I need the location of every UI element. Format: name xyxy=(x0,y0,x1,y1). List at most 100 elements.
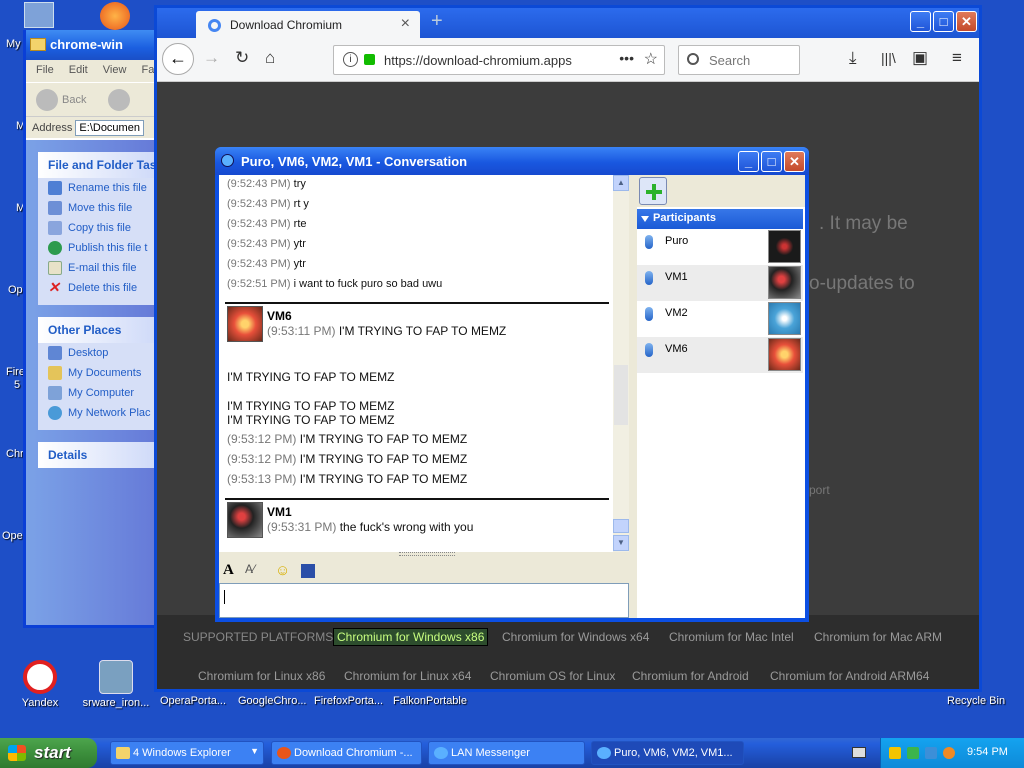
platform-link[interactable]: Chromium OS for Linux xyxy=(490,669,615,683)
desktop-icon-srware[interactable]: srware_iron... xyxy=(76,660,156,709)
back-button-label[interactable]: Back xyxy=(62,94,86,106)
platform-link[interactable]: Chromium for Android ARM64 xyxy=(770,669,929,683)
explorer-menubar[interactable]: File Edit View Fa xyxy=(26,60,170,82)
back-arrow-icon[interactable]: ← xyxy=(162,43,194,75)
platform-link[interactable]: Chromium for Mac ARM xyxy=(814,630,942,644)
messenger-tray-icon[interactable] xyxy=(925,747,937,759)
participant-item[interactable]: VM2 xyxy=(637,301,803,337)
taskbar-button-lan-messenger[interactable]: LAN Messenger xyxy=(428,741,585,765)
windows-logo-icon xyxy=(8,745,26,761)
maximize-button[interactable]: □ xyxy=(761,151,782,172)
new-tab-plus-icon[interactable]: + xyxy=(431,10,443,33)
chat-history[interactable]: (9:52:43 PM) try (9:52:43 PM) rt y (9:52… xyxy=(219,175,629,552)
participant-item[interactable]: VM1 xyxy=(637,265,803,301)
task-delete[interactable]: ✕ Delete this file xyxy=(38,278,170,305)
desktop-label[interactable]: Ope xyxy=(2,530,23,542)
place-my-computer[interactable]: My Computer xyxy=(38,383,170,403)
scroll-thumb[interactable] xyxy=(613,519,629,533)
tasks-header[interactable]: File and Folder Tas xyxy=(38,152,170,178)
chat-message: (9:52:43 PM) ytr xyxy=(227,238,306,250)
conversation-body: (9:52:43 PM) try (9:52:43 PM) rt y (9:52… xyxy=(219,175,805,618)
info-icon[interactable]: i xyxy=(343,52,358,67)
taskbar-button-explorer[interactable]: 4 Windows Explorer ▼ xyxy=(110,741,264,765)
sidebar-icon[interactable]: ▣ xyxy=(912,48,928,68)
menu-hamburger-icon[interactable]: ≡ xyxy=(952,48,962,68)
task-email[interactable]: E-mail this file xyxy=(38,258,170,278)
platform-link[interactable]: Chromium for Mac Intel xyxy=(669,630,794,644)
scroll-track[interactable] xyxy=(614,365,628,425)
close-window-button[interactable]: ✕ xyxy=(784,151,805,172)
place-my-documents[interactable]: My Documents xyxy=(38,363,170,383)
add-participant-button[interactable] xyxy=(639,177,667,205)
platform-link[interactable]: Chromium for Windows x64 xyxy=(502,630,649,644)
smiley-icon[interactable]: ☺ xyxy=(275,562,290,579)
platform-link[interactable]: Chromium for Linux x86 xyxy=(198,669,325,683)
search-input[interactable]: Search xyxy=(678,45,800,75)
computer-icon xyxy=(48,386,62,400)
place-my-network[interactable]: My Network Plac xyxy=(38,403,170,430)
platform-link[interactable]: Chromium for Android xyxy=(632,669,749,683)
my-computer-icon[interactable] xyxy=(24,2,54,28)
scroll-up-icon[interactable]: ▲ xyxy=(613,175,629,191)
save-icon[interactable] xyxy=(301,564,315,578)
url-bar[interactable]: i https://download-chromium.apps ••• ☆ xyxy=(333,45,665,75)
close-tab-icon[interactable]: × xyxy=(401,15,410,33)
taskbar-button-firefox[interactable]: Download Chromium -... xyxy=(271,741,422,765)
address-input[interactable]: E:\Documen xyxy=(75,120,144,136)
desktop-label[interactable]: Op xyxy=(8,284,23,296)
place-desktop[interactable]: Desktop xyxy=(38,343,170,363)
splitter-handle[interactable] xyxy=(399,552,455,556)
back-arrow-icon[interactable] xyxy=(36,89,58,111)
security-shield-icon[interactable] xyxy=(889,747,901,759)
scroll-down-icon[interactable]: ▼ xyxy=(613,535,629,551)
start-button[interactable]: start xyxy=(0,738,97,768)
minimize-button[interactable]: _ xyxy=(910,11,931,32)
close-window-button[interactable]: ✕ xyxy=(956,11,977,32)
details-header[interactable]: Details xyxy=(38,442,170,468)
participant-item[interactable]: VM6 xyxy=(637,337,803,373)
download-icon[interactable]: ⤓ xyxy=(849,48,857,68)
page-actions-icon[interactable]: ••• xyxy=(615,50,634,66)
desktop-label[interactable]: My xyxy=(6,38,21,50)
forward-arrow-icon[interactable]: → xyxy=(203,48,220,68)
task-copy[interactable]: Copy this file xyxy=(38,218,170,238)
desktop-label[interactable]: Chr xyxy=(6,448,24,460)
desktop-icon-googlechrome[interactable]: GoogleChro... xyxy=(238,695,306,707)
font-color-icon[interactable]: A⁄ xyxy=(245,562,255,576)
participant-item[interactable]: Puro xyxy=(637,229,803,265)
bookmark-star-icon[interactable]: ☆ xyxy=(644,49,658,69)
tab-title: Download Chromium xyxy=(230,18,343,32)
desktop-icon-recycle-bin[interactable]: Recycle Bin xyxy=(947,695,1005,707)
task-move[interactable]: Move this file xyxy=(38,198,170,218)
network-icon[interactable] xyxy=(907,747,919,759)
task-publish[interactable]: Publish this file t xyxy=(38,238,170,258)
tab-download-chromium[interactable]: Download Chromium × xyxy=(196,11,420,38)
platform-link[interactable]: Chromium for Linux x64 xyxy=(344,669,471,683)
search-tray-icon[interactable] xyxy=(943,747,955,759)
keyboard-icon[interactable] xyxy=(852,747,866,758)
platform-link-selected[interactable]: Chromium for Windows x86 xyxy=(333,628,489,646)
reload-icon[interactable]: ↻ xyxy=(235,48,249,68)
task-rename[interactable]: Rename this file xyxy=(38,178,170,198)
forward-arrow-icon[interactable] xyxy=(107,89,130,111)
messenger-icon xyxy=(221,154,234,167)
clock[interactable]: 9:54 PM xyxy=(967,746,1008,758)
chat-scrollbar[interactable]: ▲ ▼ xyxy=(613,175,629,552)
desktop-icon-falkon[interactable]: FalkonPortable xyxy=(393,695,467,707)
home-icon[interactable]: ⌂ xyxy=(265,48,275,68)
conversation-titlebar[interactable]: Puro, VM6, VM2, VM1 - Conversation _ □ ✕ xyxy=(215,147,809,175)
desktop-icon-firefoxportable[interactable]: FirefoxPorta... xyxy=(314,695,383,707)
maximize-button[interactable]: □ xyxy=(933,11,954,32)
desktop-icon-opera[interactable]: OperaPorta... xyxy=(160,695,226,707)
places-header[interactable]: Other Places xyxy=(38,317,170,343)
explorer-titlebar[interactable]: chrome-win xyxy=(26,30,170,60)
library-icon[interactable]: |||\ xyxy=(881,50,896,66)
desktop-icon-yandex[interactable]: Yandex xyxy=(0,660,80,709)
font-icon[interactable]: A xyxy=(223,562,234,579)
desktop-label[interactable]: 5 xyxy=(14,379,20,391)
participants-header[interactable]: Participants xyxy=(637,209,803,229)
firefox-icon[interactable] xyxy=(100,2,130,30)
minimize-button[interactable]: _ xyxy=(738,151,759,172)
message-input[interactable] xyxy=(219,583,629,618)
taskbar-button-conversation[interactable]: Puro, VM6, VM2, VM1... xyxy=(591,741,744,765)
